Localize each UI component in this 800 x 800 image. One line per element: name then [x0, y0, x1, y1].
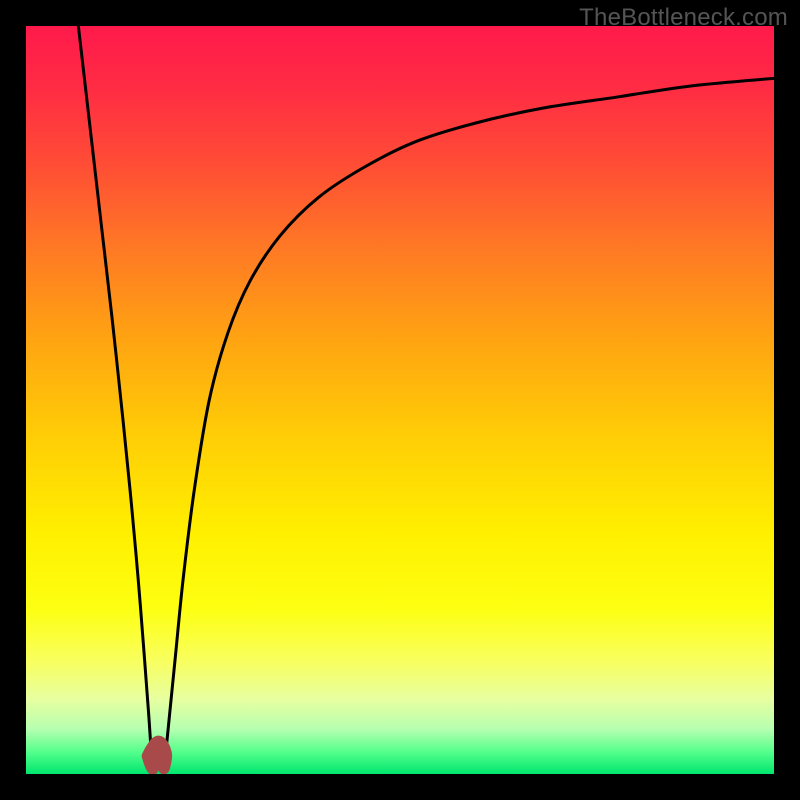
watermark-text: TheBottleneck.com	[579, 4, 788, 32]
curve-bottom-lobe	[147, 741, 166, 769]
plot-area	[26, 26, 774, 774]
curve-right-branch	[165, 78, 774, 759]
curves-layer	[26, 26, 774, 774]
chart-frame: TheBottleneck.com	[0, 0, 800, 800]
curve-left-branch	[78, 26, 151, 759]
